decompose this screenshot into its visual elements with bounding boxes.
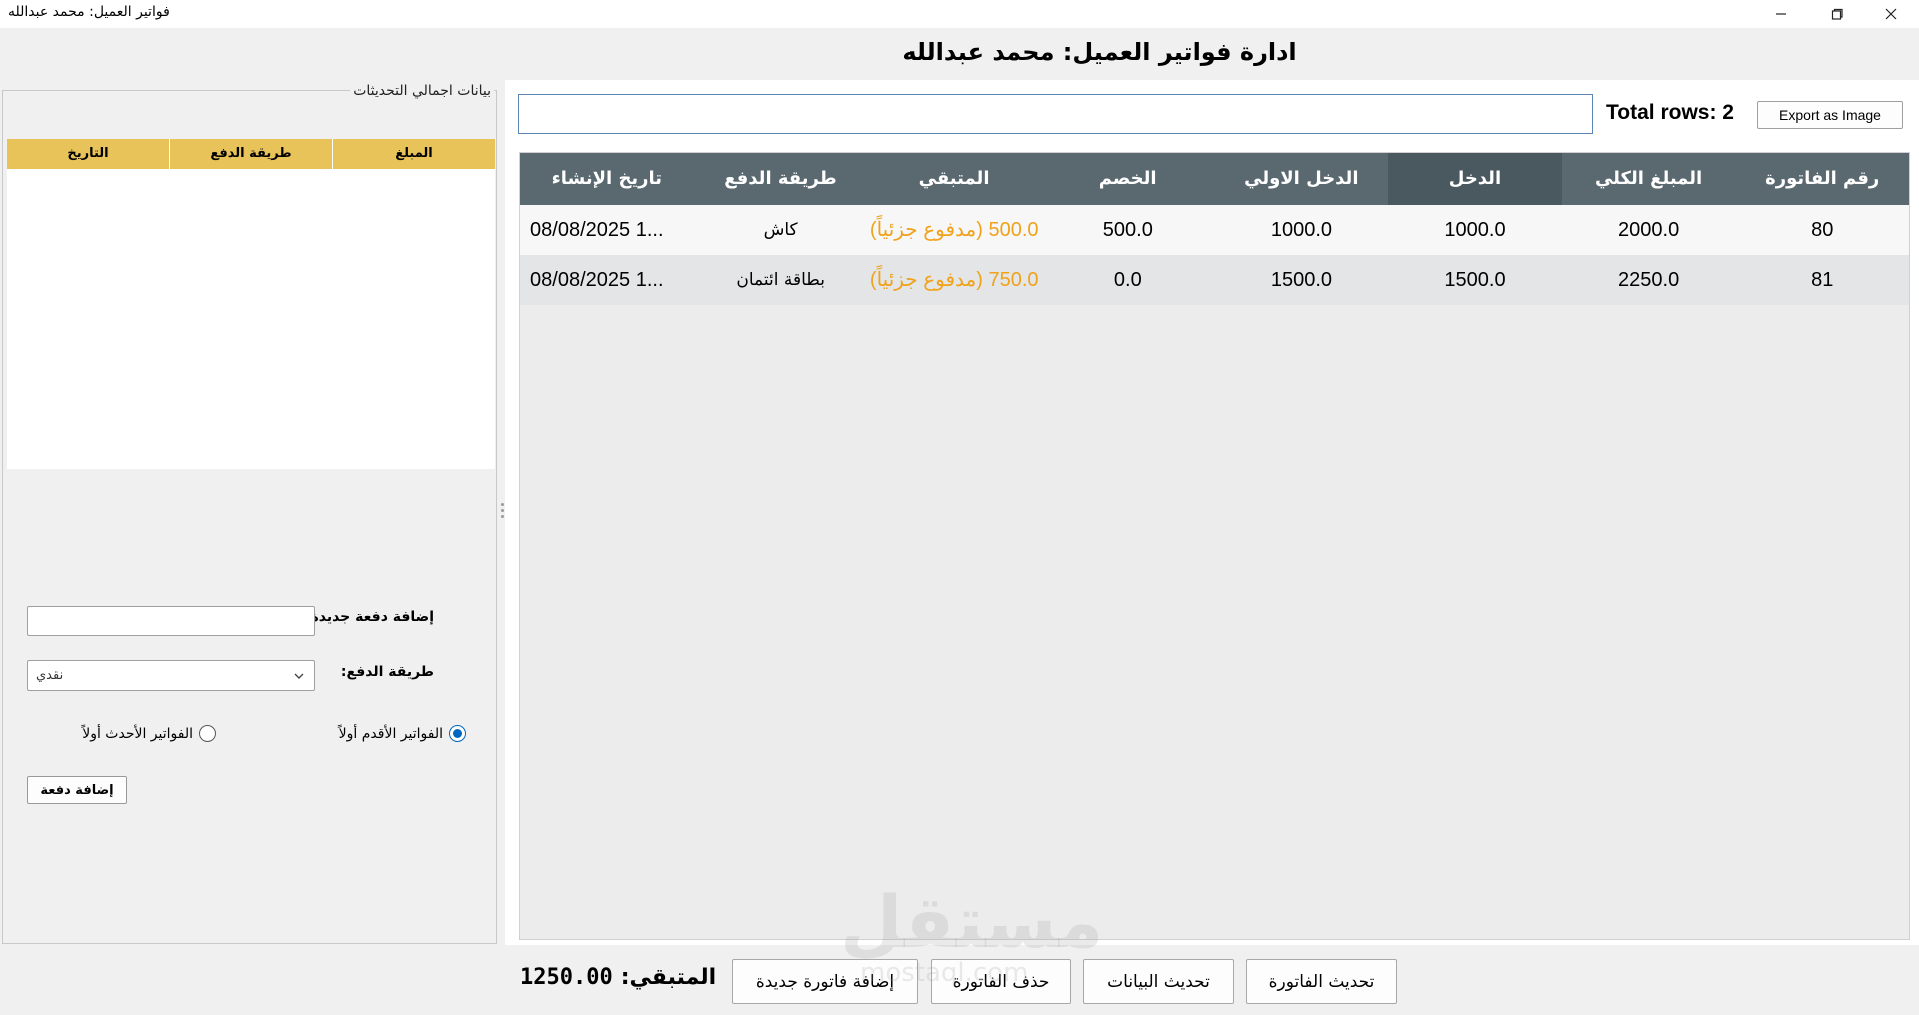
col-remaining[interactable]: المتبقي <box>867 153 1041 205</box>
cell-initial-income: 1500.0 <box>1270 269 1332 291</box>
radio-newest-first[interactable]: الفواتير الأحدث أولاً <box>82 725 216 742</box>
radio-newest-label: الفواتير الأحدث أولاً <box>82 725 193 742</box>
window-title: فواتير العميل: محمد عبدالله <box>8 4 170 20</box>
cell-created-date: 08/08/2025 1... <box>530 269 664 291</box>
update-invoice-button[interactable]: تحديث الفاتورة <box>1246 959 1397 1004</box>
cell-remaining: 750.0 (مدفوع جزئياً) <box>869 269 1039 291</box>
cell-income: 1000.0 <box>1444 219 1506 241</box>
export-image-button[interactable]: Export as Image <box>1757 101 1903 129</box>
table-row[interactable]: 80 2000.0 1000.0 1000.0 500.0 500.0 (مدف… <box>520 205 1909 255</box>
radio-oldest-label: الفواتير الأقدم أولاً <box>338 725 443 742</box>
col-payment-method[interactable]: طريقة الدفع <box>694 153 868 205</box>
cell-total-amount: 2250.0 <box>1618 269 1680 291</box>
radio-oldest-indicator[interactable] <box>449 725 466 742</box>
radio-oldest-first[interactable]: الفواتير الأقدم أولاً <box>339 725 466 742</box>
refresh-data-button[interactable]: تحديث البيانات <box>1083 959 1234 1004</box>
payment-amount-input[interactable] <box>27 606 315 636</box>
cell-invoice-number: 81 <box>1811 269 1834 291</box>
col-created-date[interactable]: تاريخ الإنشاء <box>520 153 694 205</box>
remaining-total-label: المتبقي: <box>620 965 717 990</box>
close-icon[interactable] <box>1866 0 1916 28</box>
payments-table-header: التاريخ طريقة الدفع المبلغ <box>7 139 495 169</box>
col-discount[interactable]: الخصم <box>1041 153 1215 205</box>
new-invoice-button[interactable]: إضافة فاتورة جديدة <box>732 959 918 1004</box>
invoices-table[interactable]: رقم الفاتورة المبلغ الكلي الدخل الدخل ال… <box>519 152 1910 940</box>
payment-method-value: نقدي <box>36 668 64 683</box>
add-payment-button[interactable]: إضافة دفعة <box>27 776 127 804</box>
col-invoice-number[interactable]: رقم الفاتورة <box>1735 153 1909 205</box>
cell-payment-method: كاش <box>763 220 798 240</box>
payments-table[interactable]: التاريخ طريقة الدفع المبلغ <box>7 139 495 469</box>
cell-payment-method: بطاقة ائتمان <box>736 270 825 290</box>
minimize-icon[interactable] <box>1756 0 1806 28</box>
cell-initial-income: 1000.0 <box>1270 219 1332 241</box>
page-title: ادارة فواتير العميل: محمد عبدالله <box>0 38 1919 66</box>
chevron-down-icon <box>294 673 304 679</box>
cell-created-date: 08/08/2025 1... <box>530 219 664 241</box>
page-title-text: ادارة فواتير العميل: محمد عبدالله <box>902 38 1297 66</box>
remaining-total-value: 1250.00 <box>520 965 613 990</box>
col-income[interactable]: الدخل <box>1388 153 1562 205</box>
remaining-total: المتبقي: 1250.00 <box>520 965 716 990</box>
payment-method-select[interactable]: نقدي <box>27 660 315 691</box>
cell-discount: 500.0 <box>1102 219 1153 241</box>
amount-label: إضافة دفعة جديدة: <box>304 609 434 625</box>
cell-discount: 0.0 <box>1113 269 1142 291</box>
table-row[interactable]: 81 2250.0 1500.0 1500.0 0.0 750.0 (مدفوع… <box>520 255 1909 305</box>
restore-icon[interactable] <box>1812 0 1862 28</box>
total-rows-label: Total rows: 2 <box>1606 101 1734 124</box>
invoices-panel: Total rows: 2 Export as Image رقم الفاتو… <box>505 80 1919 945</box>
payments-col-amount[interactable]: المبلغ <box>332 139 495 169</box>
col-initial-income[interactable]: الدخل الاولي <box>1215 153 1389 205</box>
cell-total-amount: 2000.0 <box>1618 219 1680 241</box>
cell-income: 1500.0 <box>1444 269 1506 291</box>
payments-col-method[interactable]: طريقة الدفع <box>169 139 332 169</box>
window-titlebar: فواتير العميل: محمد عبدالله <box>0 0 1919 28</box>
payments-summary-panel: بيانات اجمالي التحديثات التاريخ طريقة ال… <box>2 83 497 944</box>
col-total-amount[interactable]: المبلغ الكلي <box>1562 153 1736 205</box>
group-title: بيانات اجمالي التحديثات <box>350 83 494 99</box>
method-label: طريقة الدفع: <box>340 664 434 680</box>
radio-newest-indicator[interactable] <box>199 725 216 742</box>
cell-remaining: 500.0 (مدفوع جزئياً) <box>869 219 1039 241</box>
cell-invoice-number: 80 <box>1811 219 1834 241</box>
payments-col-date[interactable]: التاريخ <box>7 139 169 169</box>
search-input[interactable] <box>518 94 1593 134</box>
delete-invoice-button[interactable]: حذف الفاتورة <box>931 959 1071 1004</box>
invoices-table-header: رقم الفاتورة المبلغ الكلي الدخل الدخل ال… <box>520 153 1909 205</box>
